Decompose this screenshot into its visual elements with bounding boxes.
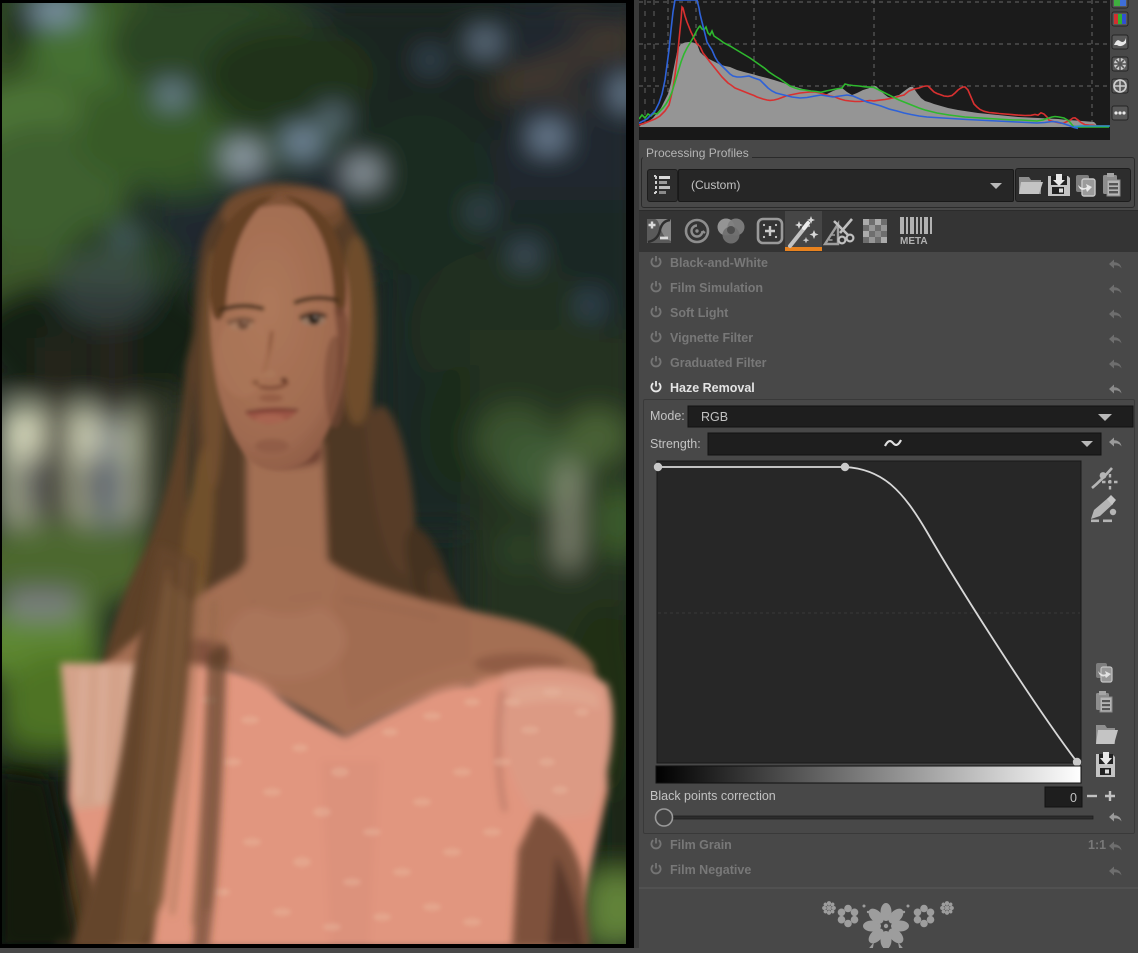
svg-text:Graduated Filter: Graduated Filter [670, 356, 767, 370]
svg-text:Vignette Filter: Vignette Filter [670, 331, 753, 345]
svg-text:Black-and-White: Black-and-White [670, 256, 768, 270]
svg-text:Film Grain: Film Grain [670, 838, 732, 852]
svg-text:Black points correction: Black points correction [650, 789, 776, 803]
svg-text:0: 0 [1070, 791, 1077, 805]
svg-text:Film Simulation: Film Simulation [670, 281, 763, 295]
svg-text:RGB: RGB [701, 410, 728, 424]
svg-text:Soft Light: Soft Light [670, 306, 729, 320]
svg-text:Haze Removal: Haze Removal [670, 381, 755, 395]
svg-text:Mode:: Mode: [650, 409, 685, 423]
svg-text:Strength:: Strength: [650, 437, 701, 451]
svg-text:META: META [900, 236, 928, 247]
svg-text:Film Negative: Film Negative [670, 863, 751, 877]
svg-text:1:1: 1:1 [1088, 838, 1106, 852]
